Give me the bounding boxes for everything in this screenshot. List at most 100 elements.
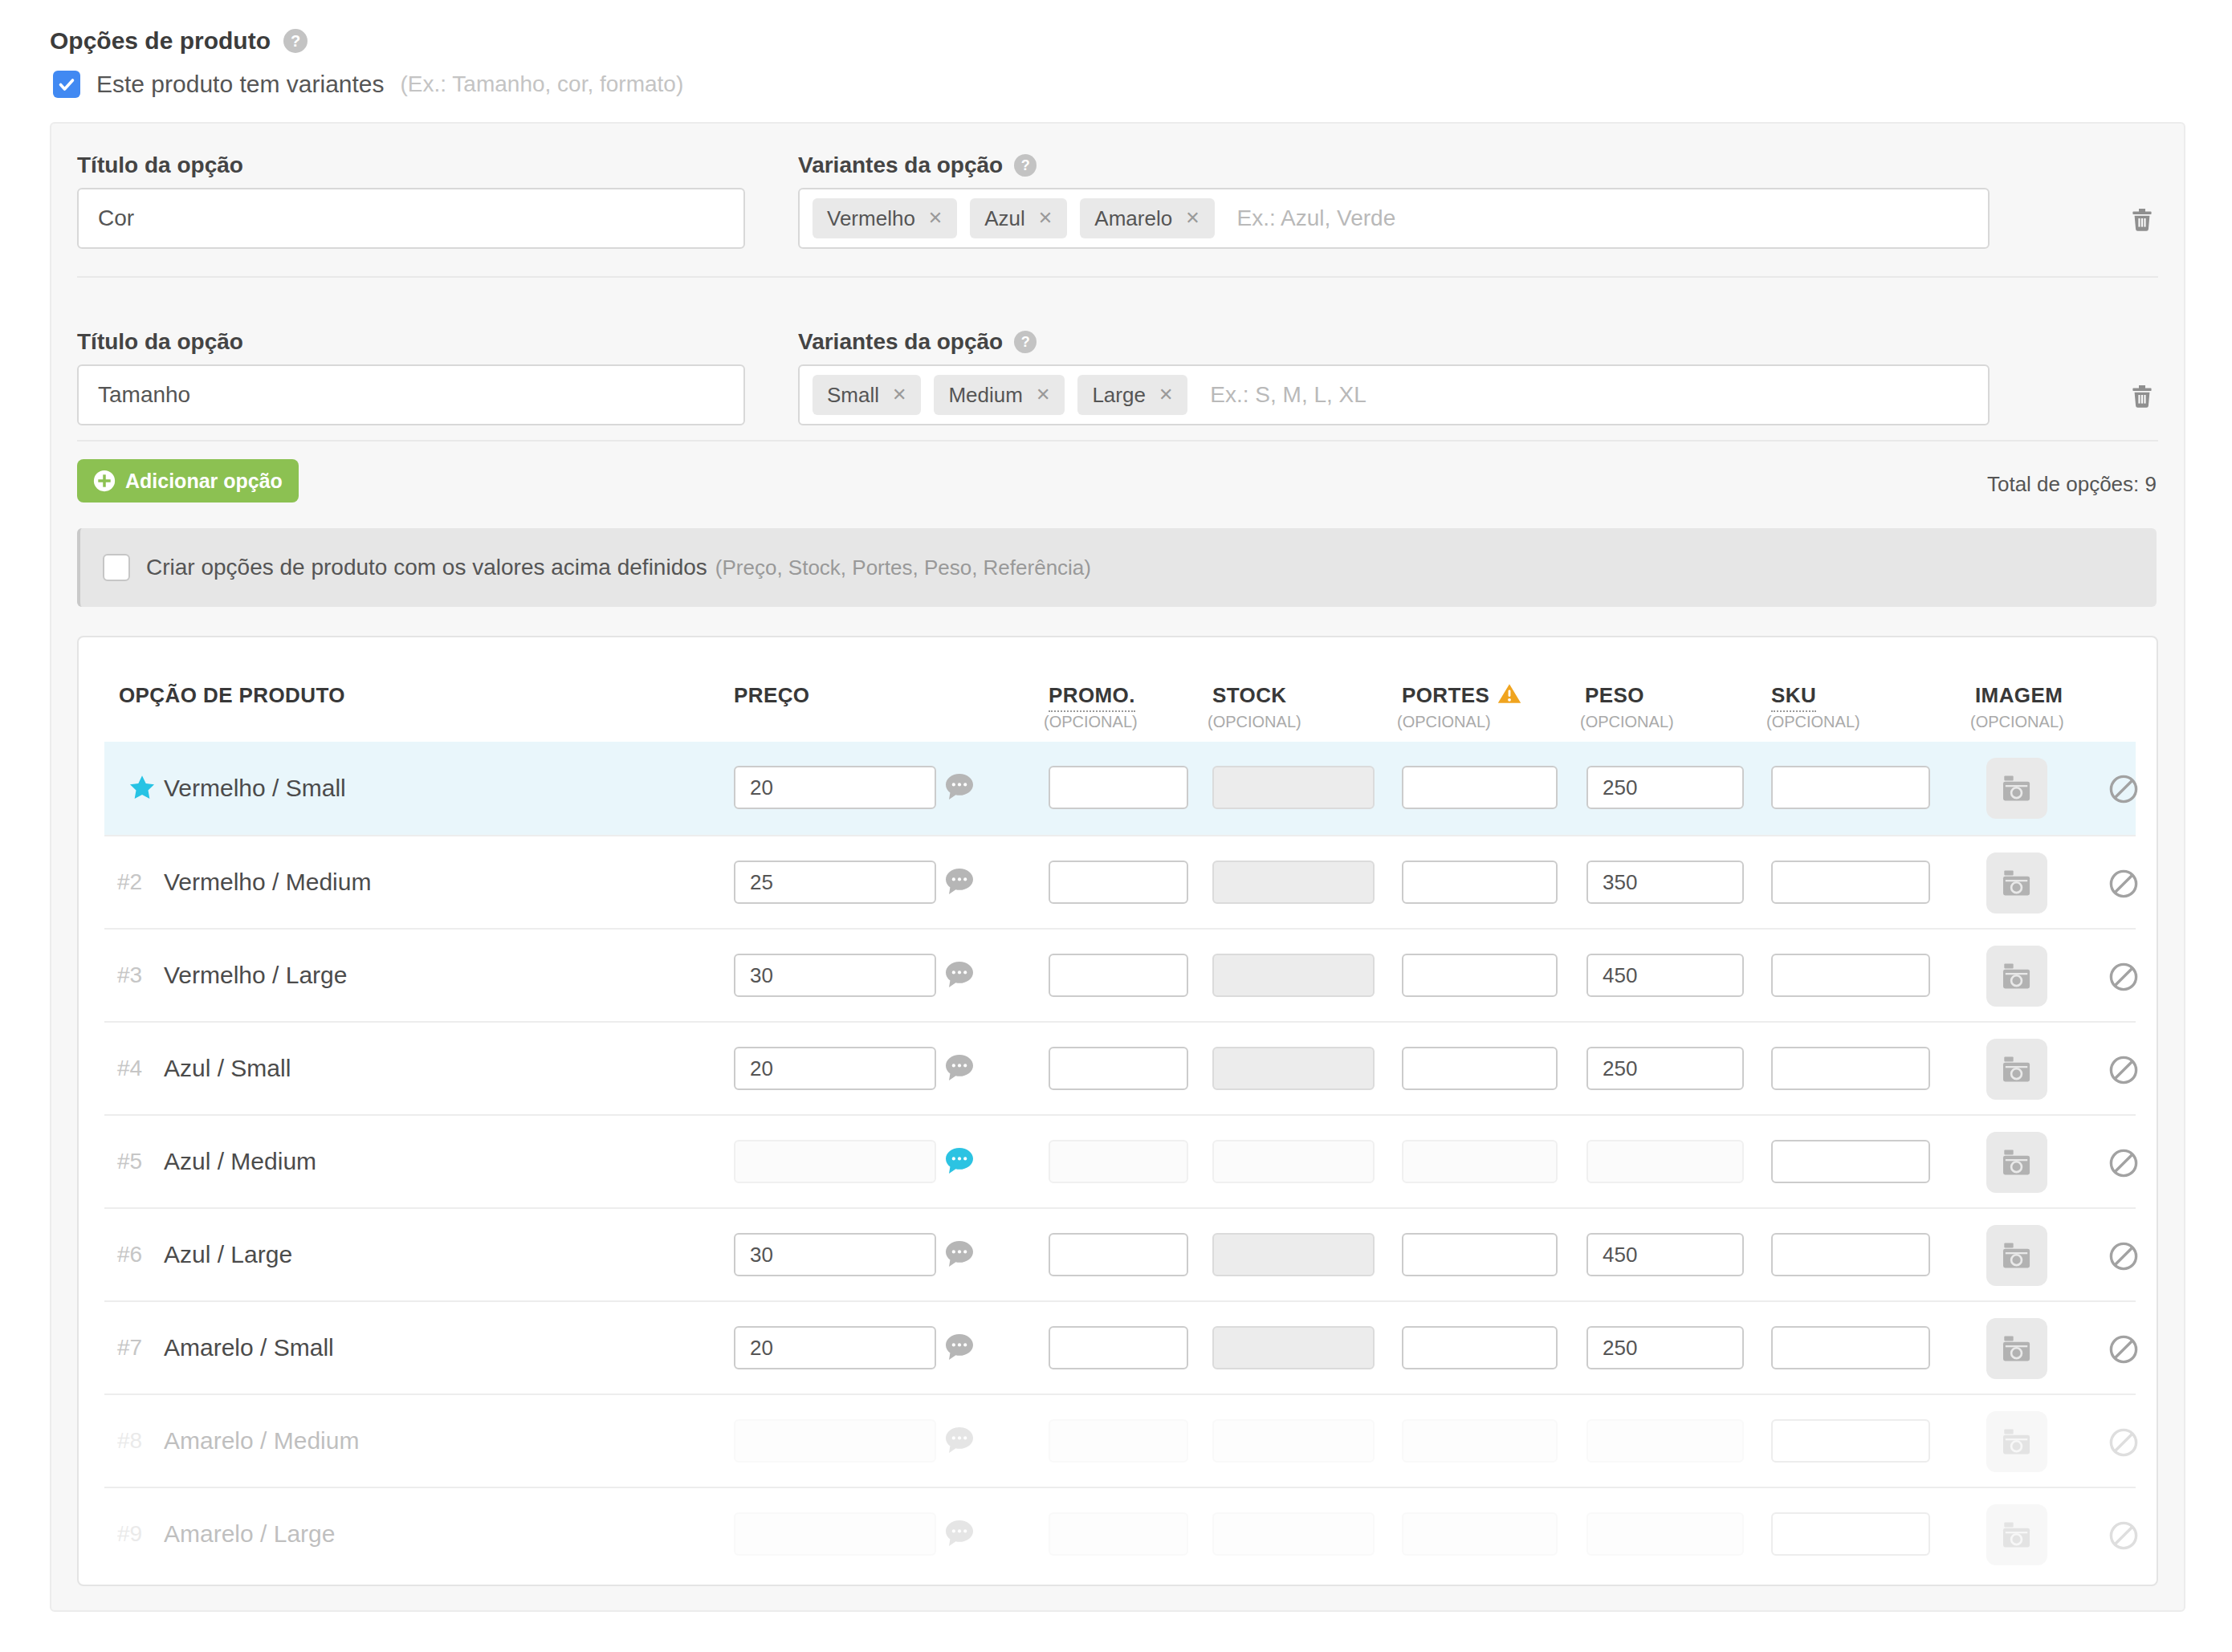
delete-option-icon[interactable] [2131,207,2153,231]
price-input[interactable]: 30 [734,1233,936,1276]
peso-input[interactable]: 250 [1586,1047,1744,1090]
camera-icon [2002,775,2031,802]
tag-remove-icon[interactable]: ✕ [892,385,906,405]
price-input[interactable]: 20 [734,1047,936,1090]
disable-option-icon[interactable] [2108,1334,2139,1371]
option-variants-input[interactable]: Small✕Medium✕Large✕Ex.: S, M, L, XL [798,364,1990,425]
image-upload-button[interactable] [1986,1225,2047,1286]
image-upload-button[interactable] [1986,1039,2047,1100]
sku-input[interactable] [1771,1419,1930,1463]
image-upload-button[interactable] [1986,852,2047,913]
help-icon[interactable]: ? [1014,331,1037,353]
help-icon[interactable]: ? [283,29,308,53]
variants-placeholder: Ex.: S, M, L, XL [1210,382,1366,408]
sku-input[interactable] [1771,1047,1930,1090]
comment-icon[interactable] [946,1148,973,1180]
promo-input[interactable] [1049,861,1188,904]
tag-remove-icon[interactable]: ✕ [1038,208,1053,229]
star-icon[interactable] [128,774,156,801]
stock-input [1212,1140,1375,1183]
disable-option-icon[interactable] [2108,869,2139,905]
disable-option-icon[interactable] [2108,1148,2139,1185]
variant-tag: Vermelho✕ [813,198,957,238]
delete-option-icon[interactable] [2131,384,2153,408]
option-title-input[interactable]: Tamanho [77,364,745,425]
sku-input[interactable] [1771,1140,1930,1183]
col-peso-optional: (OPCIONAL) [1580,713,1674,731]
col-promo-label[interactable]: PROMO. [1049,683,1135,712]
portes-input[interactable] [1402,861,1558,904]
col-sku-label[interactable]: SKU [1771,683,1816,712]
promo-input[interactable] [1049,1233,1188,1276]
bulk-create-checkbox[interactable] [103,554,130,581]
peso-input[interactable]: 250 [1586,1326,1744,1369]
portes-input[interactable] [1402,1326,1558,1369]
stock-input [1212,1419,1375,1463]
sku-input[interactable] [1771,1326,1930,1369]
comment-icon[interactable] [946,1427,973,1459]
sku-input[interactable] [1771,954,1930,997]
peso-input[interactable]: 450 [1586,1233,1744,1276]
row-label: Amarelo / Large [164,1488,335,1580]
disable-option-icon[interactable] [2108,1427,2139,1464]
sku-input[interactable] [1771,1512,1930,1556]
price-input[interactable]: 20 [734,766,936,809]
promo-input[interactable] [1049,954,1188,997]
image-upload-button[interactable] [1986,1132,2047,1193]
image-upload-button[interactable] [1986,1504,2047,1565]
sku-input[interactable] [1771,1233,1930,1276]
sku-input[interactable] [1771,766,1930,809]
portes-input[interactable] [1402,766,1558,809]
tag-remove-icon[interactable]: ✕ [928,208,943,229]
image-upload-button[interactable] [1986,1318,2047,1379]
image-upload-button[interactable] [1986,946,2047,1007]
comment-icon[interactable] [946,1334,973,1366]
option-title-label: Título da opção [77,153,243,178]
comment-icon[interactable] [946,962,973,994]
disable-option-icon[interactable] [2108,1055,2139,1092]
comment-icon[interactable] [946,1241,973,1273]
variant-tag: Medium✕ [934,375,1065,415]
sku-input[interactable] [1771,861,1930,904]
bulk-create-hint: (Preço, Stock, Portes, Peso, Referência) [715,555,1091,580]
promo-input[interactable] [1049,1326,1188,1369]
portes-input[interactable] [1402,954,1558,997]
comment-icon[interactable] [946,774,973,806]
image-upload-button[interactable] [1986,1411,2047,1472]
comment-icon[interactable] [946,869,973,901]
price-input[interactable]: 20 [734,1326,936,1369]
col-imagem-optional: (OPCIONAL) [1970,713,2064,731]
tag-remove-icon[interactable]: ✕ [1159,385,1173,405]
col-stock-label: STOCK [1212,683,1287,707]
tag-remove-icon[interactable]: ✕ [1036,385,1050,405]
portes-input[interactable] [1402,1233,1558,1276]
price-input[interactable]: 25 [734,861,936,904]
stock-input [1212,861,1375,904]
tag-remove-icon[interactable]: ✕ [1185,208,1199,229]
peso-input[interactable]: 350 [1586,861,1744,904]
add-option-button[interactable]: Adicionar opção [77,459,299,503]
comment-icon[interactable] [946,1055,973,1087]
camera-icon [2002,1428,2031,1455]
promo-input[interactable] [1049,1047,1188,1090]
stock-input [1212,766,1375,809]
price-input[interactable]: 30 [734,954,936,997]
comment-icon[interactable] [946,1520,973,1552]
promo-input[interactable] [1049,766,1188,809]
warning-icon[interactable] [1497,683,1521,704]
peso-input[interactable]: 450 [1586,954,1744,997]
disable-option-icon[interactable] [2108,962,2139,999]
image-upload-button[interactable] [1986,758,2047,819]
disable-option-icon[interactable] [2108,1520,2139,1557]
option-title-input[interactable]: Cor [77,188,745,249]
disable-option-icon[interactable] [2108,774,2139,811]
disable-option-icon[interactable] [2108,1241,2139,1278]
peso-input[interactable]: 250 [1586,766,1744,809]
table-row: #6 Azul / Large 30 450 [104,1207,2136,1300]
row-label: Amarelo / Small [164,1302,334,1394]
option-variants-input[interactable]: Vermelho✕Azul✕Amarelo✕Ex.: Azul, Verde [798,188,1990,249]
portes-input[interactable] [1402,1047,1558,1090]
portes-input [1402,1419,1558,1463]
help-icon[interactable]: ? [1014,154,1037,177]
has-variants-checkbox[interactable] [53,71,80,98]
